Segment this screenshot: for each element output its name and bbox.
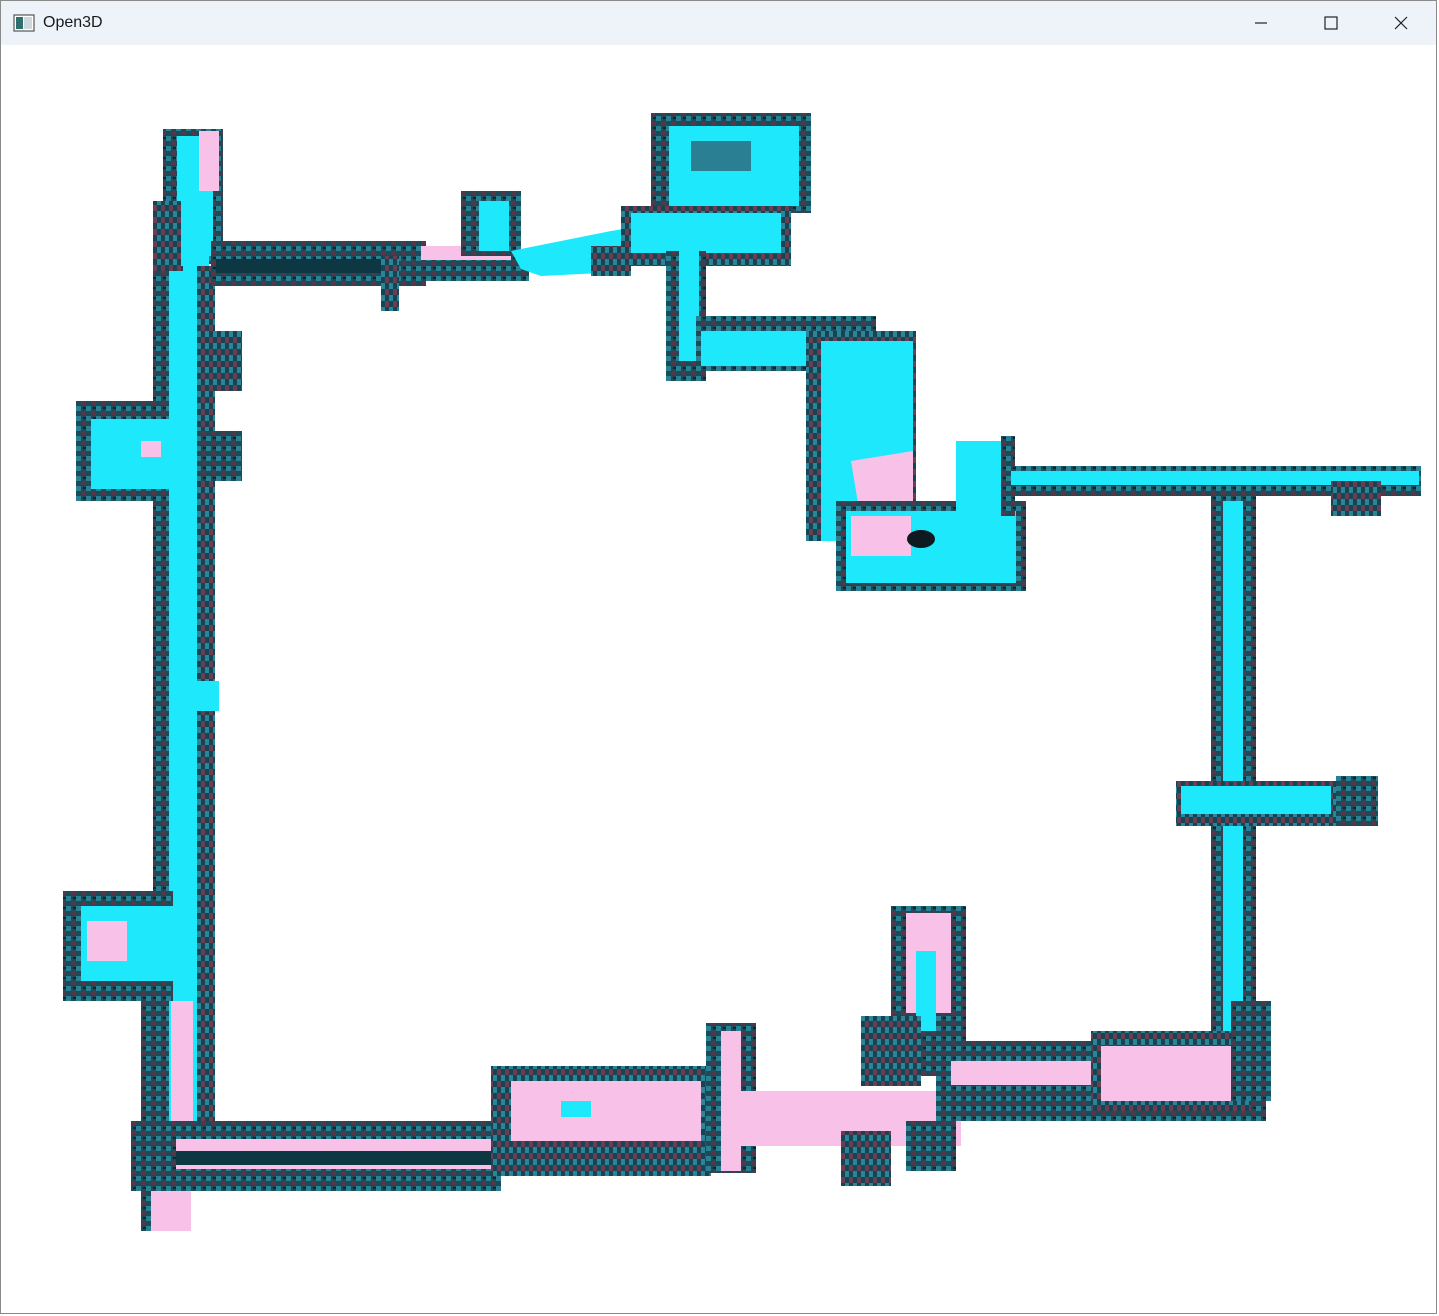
window-title: Open3D — [43, 14, 103, 31]
middle-stair-corridor — [696, 316, 1026, 591]
bottom-corridor — [131, 906, 1271, 1191]
top-left-corridor — [211, 191, 641, 311]
minimize-icon — [1255, 22, 1267, 24]
window-controls — [1226, 1, 1436, 45]
close-icon — [1394, 16, 1408, 30]
open3d-window: Open3D — [0, 0, 1437, 1314]
close-button[interactable] — [1366, 1, 1436, 45]
open3d-window-icon — [13, 14, 35, 32]
right-corridor — [1176, 491, 1378, 1071]
left-corridor — [63, 129, 242, 1231]
minimize-button[interactable] — [1226, 1, 1296, 45]
point-cloud-scene — [63, 113, 1421, 1231]
title-bar[interactable]: Open3D — [1, 1, 1436, 45]
maximize-icon — [1324, 16, 1338, 30]
maximize-button[interactable] — [1296, 1, 1366, 45]
3d-render-viewport[interactable] — [1, 45, 1436, 1313]
